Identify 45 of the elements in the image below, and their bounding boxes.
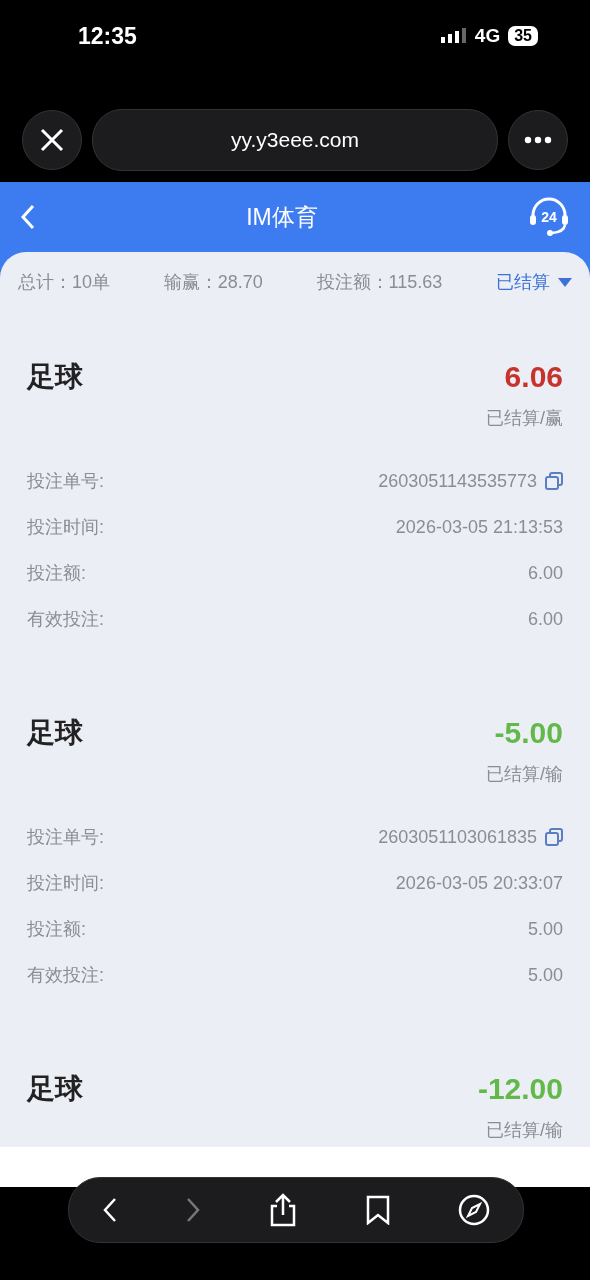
clock-time: 12:35	[78, 22, 137, 50]
share-icon[interactable]	[268, 1193, 298, 1227]
bet-amount: -5.00	[494, 716, 563, 750]
detail-label: 投注单号:	[27, 826, 104, 849]
detail-value: 5.00	[527, 918, 563, 940]
copy-icon[interactable]	[545, 472, 563, 490]
detail-value: 2603051143535773	[378, 470, 537, 492]
stake-total: 投注额：115.63	[316, 271, 443, 294]
sport-name: 足球	[27, 360, 83, 394]
bookmark-icon[interactable]	[364, 1195, 391, 1225]
detail-value: 2026-03-05 21:13:53	[395, 516, 563, 538]
detail-label: 有效投注:	[27, 964, 104, 987]
detail-label: 投注时间:	[27, 516, 104, 539]
detail-label: 投注额:	[27, 562, 86, 585]
compass-icon[interactable]	[457, 1194, 490, 1226]
page-title: IM体育	[246, 202, 318, 232]
more-icon[interactable]	[524, 136, 552, 144]
bet-amount: 6.06	[504, 360, 563, 394]
url-field[interactable]: yy.y3eee.com	[92, 109, 498, 171]
sport-name: 足球	[27, 1072, 83, 1106]
detail-value: 2603051103061835	[378, 826, 537, 848]
bet-status: 已结算/输	[485, 1119, 563, 1142]
detail-value: 2026-03-05 20:33:07	[395, 872, 563, 894]
forward-icon[interactable]	[185, 1196, 202, 1224]
total-count: 总计：10单	[18, 271, 111, 294]
network-label: 4G	[474, 25, 501, 47]
detail-label: 有效投注:	[27, 608, 104, 631]
sport-name: 足球	[27, 716, 83, 750]
caret-icon[interactable]	[558, 277, 572, 287]
signal-icon	[440, 27, 467, 45]
bet-amount: -12.00	[477, 1072, 563, 1106]
detail-label: 投注时间:	[27, 872, 104, 895]
detail-label: 投注单号:	[27, 470, 104, 493]
detail-label: 投注额:	[27, 918, 86, 941]
bet-status: 已结算/输	[485, 763, 563, 786]
copy-icon[interactable]	[545, 828, 563, 846]
detail-value: 6.00	[527, 608, 563, 630]
detail-value: 5.00	[527, 964, 563, 986]
close-icon[interactable]	[39, 127, 65, 153]
back-icon[interactable]	[102, 1196, 119, 1224]
status-filter[interactable]: 已结算	[496, 270, 572, 294]
detail-value: 6.00	[527, 562, 563, 584]
battery-level: 35	[508, 26, 538, 46]
win-loss-total: 输赢：28.70	[163, 271, 263, 294]
bet-status: 已结算/赢	[485, 407, 563, 430]
